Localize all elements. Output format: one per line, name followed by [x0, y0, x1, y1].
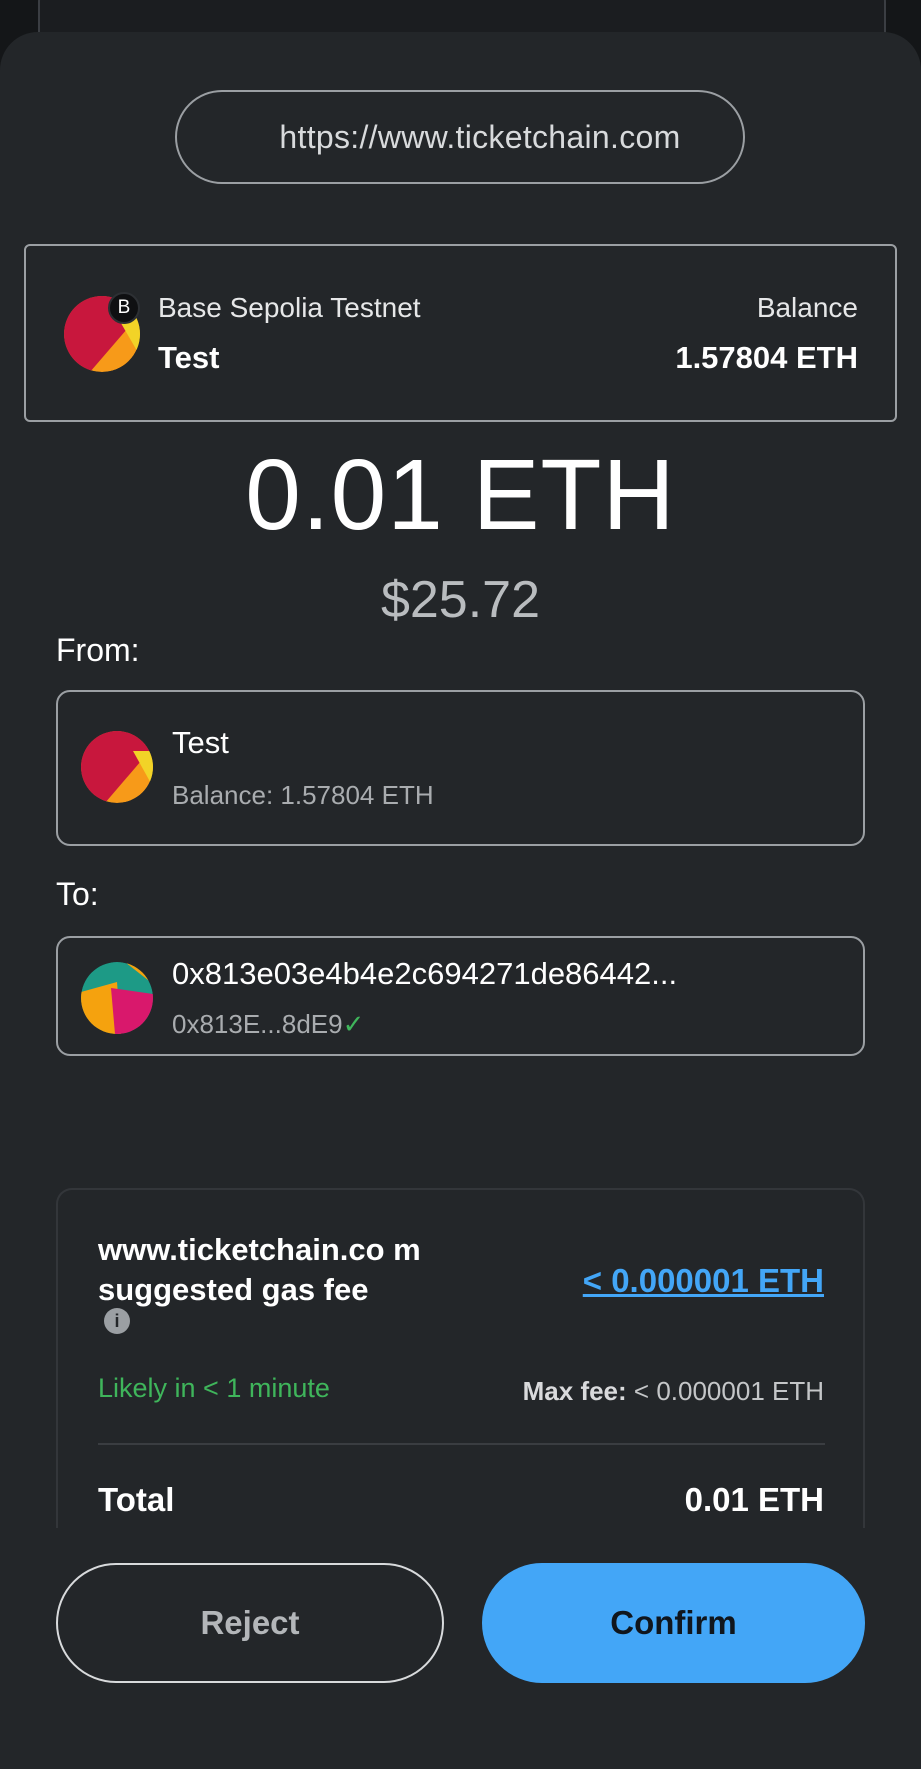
gas-fee-title: www.ticketchain.co m suggested gas fee — [98, 1232, 421, 1307]
transaction-amount: 0.01 ETH — [245, 439, 676, 551]
total-label: Total — [98, 1481, 175, 1518]
confirm-button[interactable]: Confirm — [482, 1563, 865, 1683]
total-value: 0.01 ETH — [684, 1481, 824, 1518]
fee-divider — [98, 1443, 825, 1445]
verified-check-icon: ✓ — [342, 1009, 365, 1039]
origin-url: https://www.ticketchain.com — [279, 118, 681, 155]
origin-url-pill: https://www.ticketchain.com — [175, 90, 745, 184]
network-badge-icon: B — [108, 292, 140, 324]
recipient-avatar-icon — [81, 962, 153, 1034]
recipient-short-address-row: 0x813E...8dE9✓ — [172, 1009, 364, 1040]
network-name: Base Sepolia Testnet — [158, 292, 421, 323]
recipient-short-address: 0x813E...8dE9 — [172, 1009, 343, 1039]
from-account-balance: Balance: 1.57804 ETH — [172, 780, 434, 810]
to-label: To: — [56, 876, 99, 912]
reject-button[interactable]: Reject — [56, 1563, 444, 1683]
from-account-name: Test — [172, 725, 229, 760]
max-fee-value: < 0.000001 ETH — [633, 1376, 824, 1406]
from-avatar-icon — [81, 731, 153, 803]
gas-fee-estimate-time: Likely in < 1 minute — [98, 1373, 330, 1403]
max-fee-label: Max fee: — [522, 1376, 627, 1406]
from-label: From: — [56, 632, 140, 668]
max-fee-row: Max fee: < 0.000001 ETH — [523, 1376, 824, 1407]
gas-fee-amount-link[interactable]: < 0.000001 ETH — [583, 1262, 824, 1300]
balance-label: Balance — [756, 292, 858, 323]
account-network-card[interactable] — [24, 244, 897, 422]
fiat-amount: $25.72 — [380, 571, 541, 629]
from-account-box[interactable] — [56, 690, 865, 846]
account-name: Test — [158, 340, 220, 375]
balance-value: 1.57804 ETH — [675, 340, 858, 375]
info-icon[interactable]: i — [104, 1308, 130, 1334]
recipient-full-address: 0x813e03e4b4e2c694271de86442... — [172, 956, 678, 991]
transaction-confirmation-screen: https://www.ticketchain.com B Base Sepol… — [0, 0, 921, 1769]
